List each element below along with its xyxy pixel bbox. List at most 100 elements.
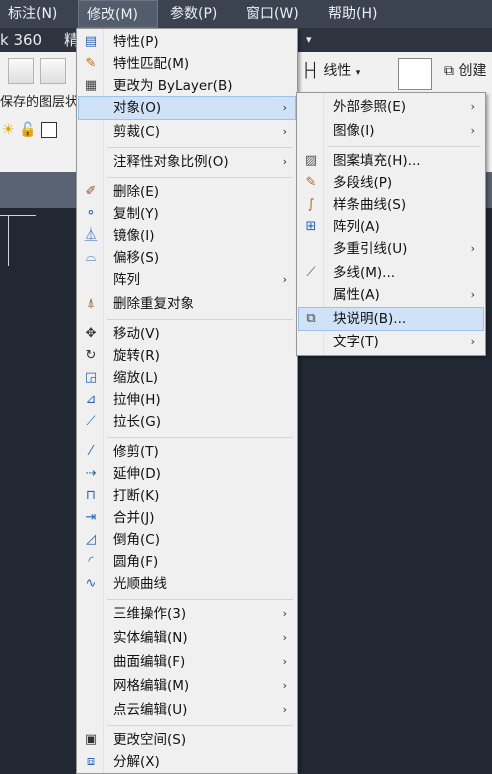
sun-icon[interactable]: ☀ — [2, 122, 15, 138]
menu-item-label: 对象(O) — [113, 100, 162, 116]
submenu-item-spline[interactable]: ∫ 样条曲线(S) — [299, 194, 483, 216]
menu-help[interactable]: 帮助(H) — [320, 0, 385, 28]
menu-item-label: 曲面编辑(F) — [113, 654, 186, 670]
spline-edit-icon: ∫ — [307, 197, 315, 212]
explode-icon: ⧈ — [86, 754, 96, 769]
menu-item-break[interactable]: ⊓ 打断(K) — [79, 485, 295, 507]
match-properties-icon: ✎ — [85, 56, 97, 71]
menu-item-array[interactable]: 阵列 › — [79, 269, 295, 291]
menu-separator — [107, 319, 293, 320]
menu-item-change-space[interactable]: ▣ 更改空间(S) — [79, 729, 295, 751]
menu-dimension[interactable]: 标注(N) — [0, 0, 65, 28]
menu-item-mesh-editing[interactable]: 网格编辑(M) › — [79, 675, 295, 697]
menu-item-label: 块说明(B)... — [333, 311, 407, 327]
create-block-icon: ⧉ — [444, 63, 454, 79]
submenu-item-hatch[interactable]: ▨ 图案填充(H)... — [299, 150, 483, 172]
menu-item-properties[interactable]: ▤ 特性(P) — [79, 31, 295, 53]
menu-item-object[interactable]: 对象(O) › — [78, 96, 296, 120]
layer-properties-button[interactable] — [8, 58, 34, 84]
linear-dimension-dropdown[interactable]: ├┤ 线性 ▾ — [302, 60, 360, 80]
menu-item-label: 阵列(A) — [333, 219, 380, 235]
chevron-right-icon: › — [282, 655, 287, 668]
submenu-item-block-description[interactable]: ⧉ 块说明(B)... — [298, 307, 484, 331]
menu-item-label: 修剪(T) — [113, 444, 159, 460]
menu-item-label: 特性匹配(M) — [113, 56, 190, 72]
menu-item-solid-editing[interactable]: 实体编辑(N) › — [79, 627, 295, 649]
menu-item-change-to-bylayer[interactable]: ▦ 更改为 ByLayer(B) — [79, 75, 295, 97]
menu-item-label: 镜像(I) — [113, 228, 155, 244]
menu-item-label: 倒角(C) — [113, 532, 160, 548]
insert-block-icon[interactable] — [398, 58, 432, 90]
menu-separator — [327, 146, 481, 147]
chevron-right-icon: › — [470, 288, 475, 301]
move-icon: ✥ — [85, 326, 97, 341]
menu-item-label: 更改空间(S) — [113, 732, 187, 748]
menu-item-label: 延伸(D) — [113, 466, 161, 482]
menu-separator — [107, 437, 293, 438]
chevron-right-icon: › — [470, 242, 475, 255]
hatch-edit-icon: ▨ — [304, 153, 318, 168]
menu-item-mirror[interactable]: ⏅ 镜像(I) — [79, 225, 295, 247]
menu-item-label: 多段线(P) — [333, 175, 393, 191]
menu-item-stretch[interactable]: ⊿ 拉伸(H) — [79, 389, 295, 411]
menu-item-label: 旋转(R) — [113, 348, 160, 364]
submenu-item-text[interactable]: 文字(T) › — [299, 331, 483, 353]
create-block-label: 创建 — [458, 63, 487, 79]
chevron-right-icon: › — [470, 100, 475, 113]
menu-separator — [107, 725, 293, 726]
menu-item-label: 删除重复对象 — [113, 296, 194, 312]
menu-item-trim[interactable]: ⁄ 修剪(T) — [79, 441, 295, 463]
menu-item-label: 图像(I) — [333, 123, 375, 139]
menu-item-copy[interactable]: ⚬ 复制(Y) — [79, 203, 295, 225]
menu-item-move[interactable]: ✥ 移动(V) — [79, 323, 295, 345]
menu-item-blend-curves[interactable]: ∿ 光顺曲线 — [79, 573, 295, 595]
menu-parametric[interactable]: 参数(P) — [162, 0, 225, 28]
submenu-item-image[interactable]: 图像(I) › — [299, 120, 483, 142]
menu-item-overkill[interactable]: ⍋ 删除重复对象 — [79, 293, 295, 315]
menu-item-label: 点云编辑(U) — [113, 702, 188, 718]
menu-item-fillet[interactable]: ◜ 圆角(F) — [79, 551, 295, 573]
menu-item-label: 外部参照(E) — [333, 99, 407, 115]
menu-item-lengthen[interactable]: ⟋ 拉长(G) — [79, 411, 295, 433]
chevron-right-icon: › — [282, 155, 287, 168]
color-swatch[interactable] — [40, 122, 57, 138]
stretch-icon: ⊿ — [85, 392, 97, 407]
menu-item-scale[interactable]: ◲ 缩放(L) — [79, 367, 295, 389]
menu-item-annotative-scale[interactable]: 注释性对象比例(O) › — [79, 151, 295, 173]
copy-icon: ⚬ — [85, 206, 97, 221]
layer-states-button[interactable] — [40, 58, 66, 84]
menu-item-label: 特性(P) — [113, 34, 159, 50]
submenu-item-xref[interactable]: 外部参照(E) › — [299, 96, 483, 118]
lengthen-icon: ⟋ — [86, 414, 96, 429]
linear-dimension-label: 线性 — [323, 63, 352, 79]
menu-item-3d-operations[interactable]: 三维操作(3) › — [79, 603, 295, 625]
menu-item-erase[interactable]: ✐ 删除(E) — [79, 181, 295, 203]
submenu-item-multileader[interactable]: 多重引线(U) › — [299, 238, 483, 260]
chevron-right-icon: › — [282, 703, 287, 716]
menu-modify[interactable]: 修改(M) — [78, 0, 158, 28]
quick-access-dropdown-icon[interactable]: ▾ — [306, 28, 312, 52]
menu-window[interactable]: 窗口(W) — [238, 0, 307, 28]
menu-item-label: 缩放(L) — [113, 370, 159, 386]
menu-item-rotate[interactable]: ↻ 旋转(R) — [79, 345, 295, 367]
menu-item-extend[interactable]: ⇢ 延伸(D) — [79, 463, 295, 485]
menu-item-surface-editing[interactable]: 曲面编辑(F) › — [79, 651, 295, 673]
menu-item-match-properties[interactable]: ✎ 特性匹配(M) — [79, 53, 295, 75]
submenu-item-multiline[interactable]: ⟋ 多线(M)... — [299, 262, 483, 284]
menu-item-point-cloud-editing[interactable]: 点云编辑(U) › — [79, 699, 295, 721]
create-block-button[interactable]: ⧉ 创建 — [444, 60, 486, 80]
menu-item-join[interactable]: ⇥ 合并(J) — [79, 507, 295, 529]
chevron-right-icon: › — [470, 124, 475, 137]
menu-item-label: 实体编辑(N) — [113, 630, 188, 646]
unlock-icon[interactable]: 🔓 — [19, 122, 36, 138]
chevron-right-icon: › — [470, 335, 475, 348]
menu-item-label: 合并(J) — [113, 510, 155, 526]
menu-item-offset[interactable]: ⌓ 偏移(S) — [79, 247, 295, 269]
submenu-item-polyline[interactable]: ✎ 多段线(P) — [299, 172, 483, 194]
menu-item-chamfer[interactable]: ◿ 倒角(C) — [79, 529, 295, 551]
submenu-item-attribute[interactable]: 属性(A) › — [299, 284, 483, 306]
submenu-item-array[interactable]: ⊞ 阵列(A) — [299, 216, 483, 238]
menu-item-label: 剪裁(C) — [113, 124, 160, 140]
menu-item-explode[interactable]: ⧈ 分解(X) — [79, 751, 295, 773]
menu-item-clip[interactable]: 剪裁(C) › — [79, 121, 295, 143]
